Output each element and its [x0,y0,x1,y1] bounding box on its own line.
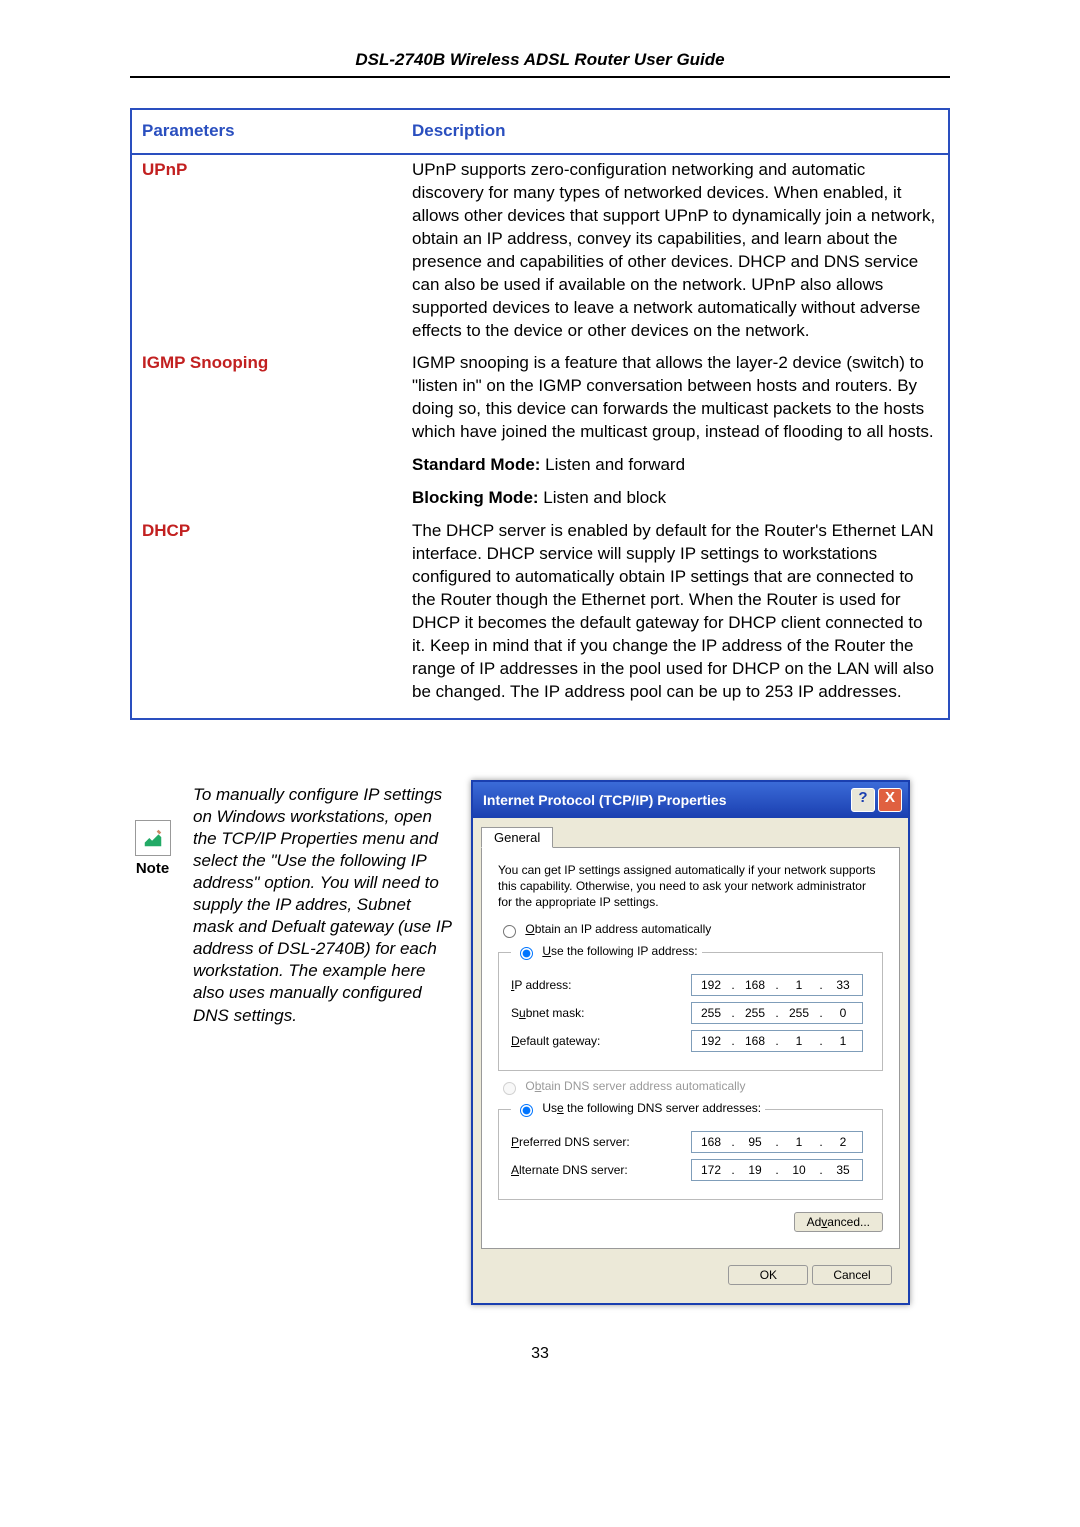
note-label: Note [130,860,175,877]
param-igmp: IGMP Snooping [131,348,402,450]
standard-mode-label: Standard Mode: [412,455,540,474]
desc-dhcp: The DHCP server is enabled by default fo… [402,516,949,719]
col-header-description: Description [402,109,949,154]
ok-button[interactable]: OK [728,1265,808,1285]
advanced-button[interactable]: Advanced... [794,1212,883,1232]
desc-igmp-blk: Blocking Mode: Listen and block [402,483,949,516]
radio-obtain-dns [503,1082,516,1095]
use-ip-group: Use the following IP address: IP address… [498,944,883,1071]
document-header: DSL-2740B Wireless ADSL Router User Guid… [130,50,950,78]
alt-dns-label: Alternate DNS server: [511,1163,691,1177]
tcpip-properties-dialog: Internet Protocol (TCP/IP) Properties ? … [471,780,910,1306]
desc-igmp-std: Standard Mode: Listen and forward [402,450,949,483]
help-button[interactable]: ? [851,788,875,812]
dialog-info-text: You can get IP settings assigned automat… [498,862,883,911]
blocking-mode-label: Blocking Mode: [412,488,539,507]
desc-upnp: UPnP supports zero-configuration network… [402,154,949,349]
radio-obtain-ip[interactable] [503,925,516,938]
subnet-label: Subnet mask: [511,1006,691,1020]
gateway-label: Default gateway: [511,1034,691,1048]
gateway-input[interactable]: 192. 168. 1. 1 [691,1030,863,1052]
radio-use-ip-label: Use the following IP address: [542,944,697,958]
blocking-mode-text: Listen and block [539,488,667,507]
igmp-text: IGMP snooping is a feature that allows t… [412,352,938,444]
param-dhcp: DHCP [131,516,402,719]
desc-igmp: IGMP snooping is a feature that allows t… [402,348,949,450]
radio-use-dns-label: Use the following DNS server addresses: [542,1101,761,1115]
alt-dns-input[interactable]: 172. 19. 10. 35 [691,1159,863,1181]
note-text: To manually configure IP settings on Win… [193,780,453,1027]
radio-obtain-ip-label: Obtain an IP address automatically [525,922,711,936]
radio-obtain-dns-label: Obtain DNS server address automatically [525,1079,745,1093]
note-icon [135,820,171,856]
dialog-title: Internet Protocol (TCP/IP) Properties [483,792,726,808]
pref-dns-label: Preferred DNS server: [511,1135,691,1149]
parameters-table: Parameters Description UPnP UPnP support… [130,108,950,720]
standard-mode-text: Listen and forward [540,455,685,474]
close-button[interactable]: X [878,788,902,812]
tab-general[interactable]: General [481,827,553,848]
col-header-parameters: Parameters [131,109,402,154]
cancel-button[interactable]: Cancel [812,1265,892,1285]
subnet-input[interactable]: 255. 255. 255. 0 [691,1002,863,1024]
page-number: 33 [130,1345,950,1363]
param-upnp: UPnP [131,154,402,349]
pref-dns-input[interactable]: 168. 95. 1. 2 [691,1131,863,1153]
ip-address-input[interactable]: 192. 168. 1. 33 [691,974,863,996]
dialog-titlebar[interactable]: Internet Protocol (TCP/IP) Properties ? … [473,782,908,818]
use-dns-group: Use the following DNS server addresses: … [498,1101,883,1200]
ip-address-label: IP address: [511,978,691,992]
radio-use-dns[interactable] [520,1104,533,1117]
radio-use-ip[interactable] [520,947,533,960]
